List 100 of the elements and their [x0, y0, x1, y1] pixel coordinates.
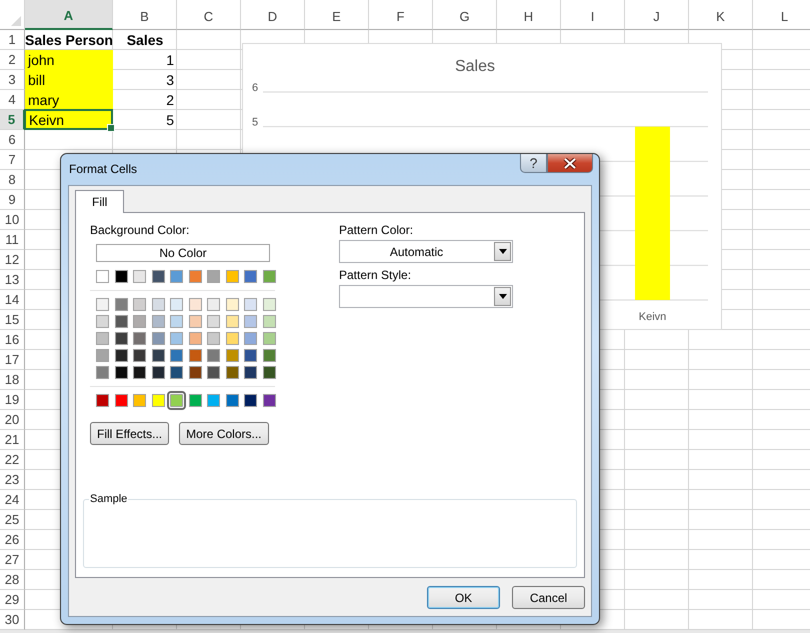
row-header[interactable]: 9: [0, 190, 25, 210]
color-swatch[interactable]: [133, 394, 146, 407]
column-header[interactable]: H: [497, 0, 561, 30]
column-header[interactable]: A: [25, 0, 113, 30]
color-swatch[interactable]: [114, 270, 128, 283]
color-swatch[interactable]: [244, 298, 257, 311]
color-swatch[interactable]: [262, 394, 276, 407]
color-swatch[interactable]: [226, 270, 238, 283]
color-swatch[interactable]: [207, 315, 220, 328]
color-swatch[interactable]: [170, 270, 183, 283]
color-swatch[interactable]: [188, 270, 202, 283]
color-swatch[interactable]: [170, 315, 183, 328]
column-header[interactable]: L: [753, 0, 810, 30]
color-swatch[interactable]: [207, 349, 220, 362]
row-header[interactable]: 1: [0, 30, 25, 50]
color-swatch[interactable]: [133, 366, 146, 379]
row-header[interactable]: 13: [0, 270, 25, 290]
color-swatch[interactable]: [226, 349, 238, 362]
color-swatch[interactable]: [244, 366, 257, 379]
color-swatch[interactable]: [207, 394, 220, 407]
column-header[interactable]: C: [177, 0, 241, 30]
color-swatch[interactable]: [207, 270, 220, 283]
row-header[interactable]: 25: [0, 510, 25, 530]
column-header[interactable]: K: [689, 0, 753, 30]
color-swatch[interactable]: [188, 332, 202, 345]
color-swatch[interactable]: [262, 332, 276, 345]
color-swatch[interactable]: [262, 349, 276, 362]
color-swatch[interactable]: [152, 270, 164, 283]
color-swatch[interactable]: [262, 298, 276, 311]
color-swatch[interactable]: [96, 315, 109, 328]
color-swatch[interactable]: [96, 366, 109, 379]
color-swatch[interactable]: [262, 315, 276, 328]
color-swatch[interactable]: [262, 366, 276, 379]
tab[interactable]: Fill: [75, 190, 124, 213]
dialog-button[interactable]: More Colors...: [179, 422, 268, 445]
dialog-button[interactable]: OK: [427, 586, 500, 609]
color-swatch[interactable]: [170, 349, 183, 362]
column-header[interactable]: I: [561, 0, 625, 30]
color-swatch[interactable]: [244, 332, 257, 345]
color-swatch[interactable]: [244, 394, 257, 407]
column-header[interactable]: B: [113, 0, 177, 30]
column-header[interactable]: D: [241, 0, 305, 30]
row-header[interactable]: 11: [0, 230, 25, 250]
row-header[interactable]: 29: [0, 590, 25, 610]
row-header[interactable]: 17: [0, 350, 25, 370]
color-swatch[interactable]: [170, 298, 183, 311]
row-header[interactable]: 21: [0, 430, 25, 450]
color-swatch[interactable]: [226, 298, 238, 311]
color-swatch[interactable]: [152, 366, 164, 379]
color-swatch[interactable]: [226, 394, 238, 407]
column-header[interactable]: G: [433, 0, 497, 30]
color-swatch[interactable]: [207, 298, 220, 311]
row-header[interactable]: 27: [0, 550, 25, 570]
color-swatch[interactable]: [188, 298, 202, 311]
color-swatch[interactable]: [114, 366, 128, 379]
color-swatch[interactable]: [152, 349, 164, 362]
color-swatch[interactable]: [114, 394, 128, 407]
color-swatch[interactable]: [133, 349, 146, 362]
row-header[interactable]: 10: [0, 210, 25, 230]
color-swatch[interactable]: [244, 315, 257, 328]
row-header[interactable]: 28: [0, 570, 25, 590]
color-swatch[interactable]: [96, 332, 109, 345]
color-swatch[interactable]: [133, 315, 146, 328]
color-swatch[interactable]: [133, 298, 146, 311]
color-swatch[interactable]: [152, 315, 164, 328]
color-swatch[interactable]: [226, 315, 238, 328]
row-header[interactable]: 26: [0, 530, 25, 550]
color-swatch[interactable]: [96, 298, 109, 311]
color-swatch[interactable]: [152, 332, 164, 345]
fill-handle[interactable]: [107, 124, 115, 132]
no-color-button[interactable]: No Color: [96, 244, 270, 262]
row-header[interactable]: 22: [0, 450, 25, 470]
row-header[interactable]: 24: [0, 490, 25, 510]
color-swatch[interactable]: [170, 366, 183, 379]
color-swatch[interactable]: [188, 315, 202, 328]
color-swatch[interactable]: [188, 366, 202, 379]
row-header[interactable]: 14: [0, 290, 25, 310]
color-swatch[interactable]: [114, 332, 128, 345]
column-header[interactable]: J: [625, 0, 689, 30]
row-header[interactable]: 18: [0, 370, 25, 390]
color-swatch[interactable]: [114, 349, 128, 362]
row-header[interactable]: 19: [0, 390, 25, 410]
color-swatch[interactable]: [226, 332, 238, 345]
row-header[interactable]: 12: [0, 250, 25, 270]
color-swatch[interactable]: [188, 349, 202, 362]
color-swatch[interactable]: [262, 270, 276, 283]
color-swatch[interactable]: [152, 298, 164, 311]
row-header[interactable]: 16: [0, 330, 25, 350]
row-header[interactable]: 8: [0, 170, 25, 190]
color-swatch[interactable]: [133, 270, 146, 283]
color-swatch[interactable]: [170, 332, 183, 345]
color-swatch[interactable]: [226, 366, 238, 379]
pattern-color-dropdown[interactable]: Automatic: [339, 240, 513, 263]
row-header[interactable]: 15: [0, 310, 25, 330]
pattern-style-dropdown[interactable]: [339, 285, 513, 308]
close-button[interactable]: [547, 154, 593, 173]
row-header[interactable]: 7: [0, 150, 25, 170]
row-header[interactable]: 6: [0, 130, 25, 150]
help-button[interactable]: ?: [520, 154, 547, 173]
color-swatch[interactable]: [152, 394, 164, 407]
